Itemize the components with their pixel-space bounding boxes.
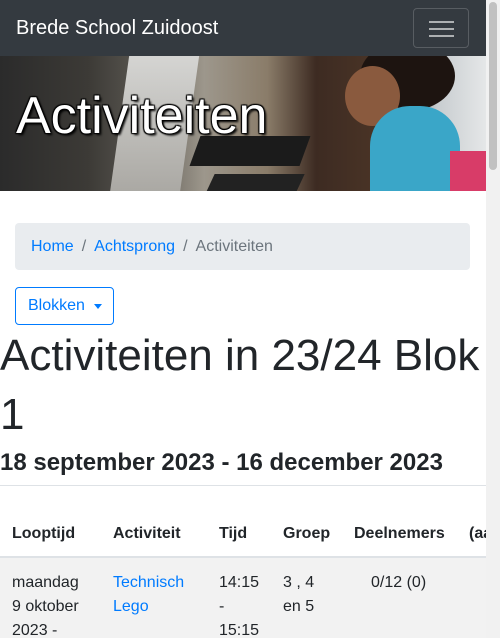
header-tijd[interactable]: Tijd	[219, 524, 247, 544]
breadcrumb-achtsprong-link[interactable]: Achtsprong	[94, 238, 175, 255]
cell-line: en 5	[283, 598, 315, 615]
caret-down-icon	[94, 304, 102, 309]
cell-activiteit: Technisch Lego	[113, 571, 184, 619]
dropdown-label: Blokken	[28, 297, 85, 314]
breadcrumb-separator: /	[81, 238, 87, 255]
table-row: maandag 9 oktober 2023 - Technisch Lego …	[0, 558, 486, 638]
navbar: Brede School Zuidoost	[0, 0, 486, 56]
hero-image-keyboard	[205, 174, 305, 191]
hero-title: Activiteiten	[16, 87, 268, 145]
header-truncated[interactable]: (aa	[469, 524, 486, 544]
cell-groep: 3 , 4 en 5	[283, 571, 314, 619]
cell-line: 3 , 4	[283, 574, 315, 591]
breadcrumb-current: Activiteiten	[195, 238, 273, 255]
cell-line: 2023 -	[12, 622, 58, 638]
blokken-dropdown-button[interactable]: Blokken	[15, 287, 114, 325]
page-scrollbar[interactable]	[486, 0, 500, 638]
cell-line: -	[219, 598, 225, 615]
navbar-brand[interactable]: Brede School Zuidoost	[16, 16, 218, 40]
table-header: Looptijd Activiteit Tijd Groep Deelnemer…	[0, 510, 486, 558]
hero-image-child	[370, 106, 460, 191]
breadcrumb-home-link[interactable]: Home	[31, 238, 74, 255]
cell-tijd: 14:15 - 15:15	[219, 571, 259, 638]
cell-line: 15:15	[219, 622, 260, 638]
scrollbar-thumb[interactable]	[489, 2, 497, 170]
hero-banner: Activiteiten	[0, 56, 486, 191]
cell-line: 14:15	[219, 574, 260, 591]
breadcrumb: Home / Achtsprong / Activiteiten	[15, 223, 470, 270]
hero-image-decor	[450, 151, 486, 191]
cell-line: 9 oktober	[12, 598, 79, 615]
divider	[0, 485, 486, 486]
cell-looptijd: maandag 9 oktober 2023 -	[12, 571, 79, 638]
page-title: Activiteiten in 23/24 Blok 1	[0, 331, 480, 439]
link-line: Technisch	[113, 574, 185, 591]
cell-line: maandag	[12, 574, 79, 591]
link-line: Lego	[113, 598, 149, 615]
activities-table: Looptijd Activiteit Tijd Groep Deelnemer…	[0, 510, 486, 638]
header-deelnemers[interactable]: Deelnemers	[354, 524, 445, 544]
breadcrumb-separator: /	[183, 238, 188, 255]
header-groep[interactable]: Groep	[283, 524, 330, 544]
header-activiteit[interactable]: Activiteit	[113, 524, 181, 544]
date-range: 18 september 2023 - 16 december 2023	[0, 449, 443, 476]
navbar-toggler-button[interactable]	[413, 8, 469, 48]
activity-link[interactable]: Technisch Lego	[113, 571, 184, 619]
cell-deelnemers: 0/12 (0)	[371, 574, 427, 591]
header-looptijd[interactable]: Looptijd	[12, 524, 75, 544]
